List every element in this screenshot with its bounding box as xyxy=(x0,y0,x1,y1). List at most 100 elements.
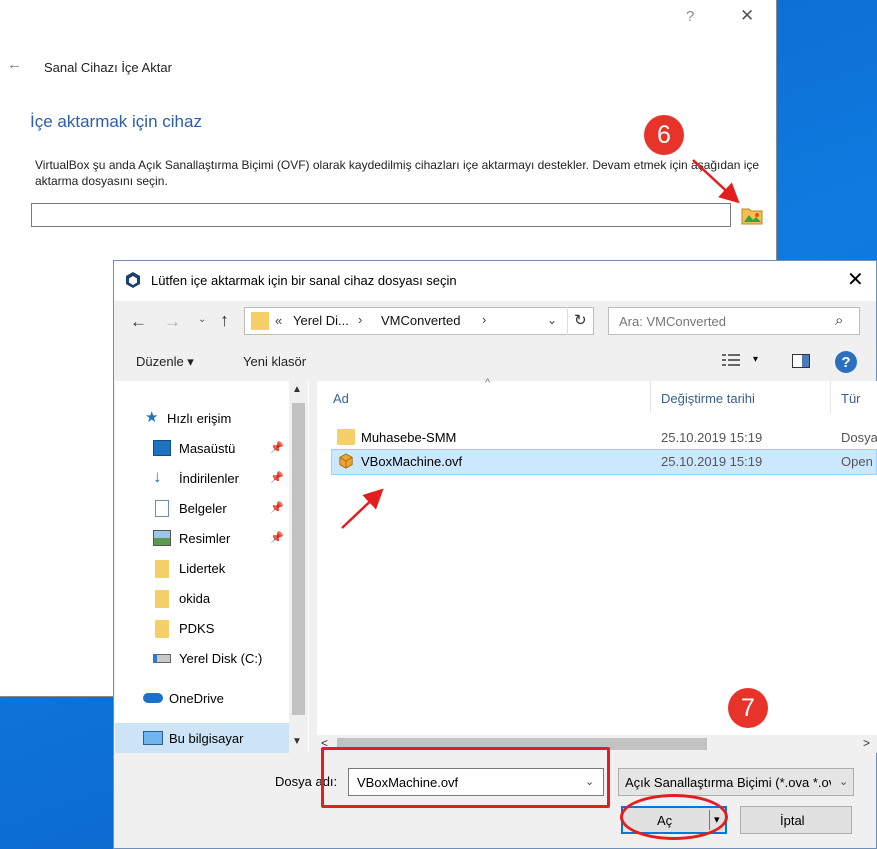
nav-scrollbar[interactable]: ▲ ▼ xyxy=(289,381,308,753)
search-placeholder: Ara: VMConverted xyxy=(619,314,726,329)
nav-item-onedrive[interactable]: OneDrive xyxy=(115,684,290,712)
folder-icon xyxy=(337,429,355,445)
desktop-icon xyxy=(153,440,171,456)
close-button[interactable]: ✕ xyxy=(740,6,754,26)
chevron-down-icon[interactable]: ⌄ xyxy=(547,313,557,327)
organize-button[interactable]: Düzenle ▾ xyxy=(136,354,194,370)
nav-item-quick-access[interactable]: ★ Hızlı erişim xyxy=(115,404,290,432)
column-header-modified[interactable]: Değiştirme tarihi xyxy=(661,391,755,406)
file-modified: 25.10.2019 15:19 xyxy=(661,454,763,469)
breadcrumb-overflow[interactable]: « xyxy=(275,313,282,328)
dialog-title: Lütfen içe aktarmak için bir sanal cihaz… xyxy=(151,273,457,288)
annotation-highlight-open xyxy=(620,794,728,840)
file-type: Open xyxy=(841,454,873,469)
search-icon[interactable]: ⌕ xyxy=(835,312,843,329)
file-path-input[interactable] xyxy=(31,203,731,227)
download-icon: ↓ xyxy=(153,467,162,486)
nav-item-label: Masaüstü xyxy=(179,441,236,456)
page-heading: İçe aktarmak için cihaz xyxy=(30,112,202,131)
nav-item-label: OneDrive xyxy=(169,691,224,706)
address-bar[interactable]: « Yerel Di... › VMConverted › ⌄ ↻ xyxy=(244,307,594,335)
nav-item-label: Hızlı erişim xyxy=(167,411,232,426)
nav-item-label: Belgeler xyxy=(179,501,227,516)
file-modified: 25.10.2019 15:19 xyxy=(661,430,763,445)
column-header-name[interactable]: Ad xyxy=(333,391,349,406)
computer-icon xyxy=(143,731,163,745)
file-name: VBoxMachine.ovf xyxy=(361,454,463,469)
refresh-button[interactable]: ↻ xyxy=(567,307,595,335)
refresh-icon: ↻ xyxy=(574,312,587,329)
folder-icon xyxy=(155,560,169,578)
nav-item-local-disk[interactable]: Yerel Disk (C:) xyxy=(115,644,290,672)
nav-item-okida[interactable]: okida xyxy=(115,584,290,612)
cancel-button[interactable]: İptal xyxy=(740,806,852,834)
help-icon[interactable]: ? xyxy=(835,351,857,373)
folder-icon xyxy=(251,312,269,330)
chevron-down-icon[interactable]: ⌄ xyxy=(839,775,848,788)
nav-item-this-pc[interactable]: Bu bilgisayar xyxy=(115,723,290,753)
wizard-title: Sanal Cihazı İçe Aktar xyxy=(44,60,172,75)
pin-icon[interactable]: 📌 xyxy=(270,471,284,484)
file-name: Muhasebe-SMM xyxy=(361,430,457,445)
view-dropdown-icon[interactable]: ▾ xyxy=(753,354,758,365)
file-row-vboxmachine-ovf[interactable]: VBoxMachine.ovf 25.10.2019 15:19 Open xyxy=(331,449,877,475)
navigation-pane: ★ Hızlı erişim Masaüstü 📌 ↓ İndirilenler… xyxy=(115,381,309,753)
recent-locations-icon[interactable]: ⌄ xyxy=(198,314,206,325)
pictures-icon xyxy=(153,530,171,546)
breadcrumb-separator[interactable]: › xyxy=(358,312,362,327)
nav-item-label: PDKS xyxy=(179,621,215,636)
column-header-type[interactable]: Tür xyxy=(841,391,861,406)
nav-item-downloads[interactable]: ↓ İndirilenler 📌 xyxy=(115,464,290,492)
scroll-down-icon[interactable]: ▼ xyxy=(292,736,302,747)
pin-icon[interactable]: 📌 xyxy=(270,531,284,544)
virtualbox-icon xyxy=(126,272,140,288)
nav-item-label: Yerel Disk (C:) xyxy=(179,651,263,666)
breadcrumb-item-local-disk[interactable]: Yerel Di... xyxy=(293,313,349,328)
scroll-thumb[interactable] xyxy=(292,403,305,715)
scroll-up-icon[interactable]: ▲ xyxy=(292,384,302,395)
column-divider[interactable] xyxy=(830,381,831,413)
folder-browse-icon[interactable] xyxy=(740,204,764,226)
step-marker-7: 7 xyxy=(728,688,768,728)
nav-item-lidertek[interactable]: Lidertek xyxy=(115,554,290,582)
file-list-pane: ^ Ad Değiştirme tarihi Tür Muhasebe-SMM … xyxy=(317,377,877,753)
file-type-filter-value: Açık Sanallaştırma Biçimi (*.ova *.ovf) xyxy=(625,775,831,790)
nav-item-label: okida xyxy=(179,591,211,606)
cloud-icon xyxy=(143,693,163,703)
pin-icon[interactable]: 📌 xyxy=(270,501,284,514)
nav-item-pictures[interactable]: Resimler 📌 xyxy=(115,524,290,552)
nav-item-desktop[interactable]: Masaüstü 📌 xyxy=(115,434,290,462)
annotation-highlight-filename xyxy=(321,747,610,808)
step-marker-6: 6 xyxy=(644,115,684,155)
new-folder-button[interactable]: Yeni klasör xyxy=(243,354,306,369)
nav-item-pdks[interactable]: PDKS xyxy=(115,614,290,642)
nav-item-label: Resimler xyxy=(179,531,231,546)
breadcrumb-item-vmconverted[interactable]: VMConverted xyxy=(381,313,460,328)
file-type: Dosya xyxy=(841,430,877,445)
pin-icon[interactable]: 📌 xyxy=(270,441,284,454)
folder-icon xyxy=(155,590,169,608)
search-input[interactable]: Ara: VMConverted ⌕ xyxy=(608,307,860,335)
view-options-icon[interactable] xyxy=(721,352,741,368)
preview-pane-icon[interactable] xyxy=(792,354,810,368)
drive-icon xyxy=(153,654,171,663)
up-folder-icon[interactable]: ↑ xyxy=(220,310,229,331)
forward-icon[interactable]: → xyxy=(164,312,181,332)
page-description: VirtualBox şu anda Açık Sanallaştırma Bi… xyxy=(35,158,760,188)
file-type-filter-select[interactable]: Açık Sanallaştırma Biçimi (*.ova *.ovf) … xyxy=(618,768,854,796)
column-divider[interactable] xyxy=(650,381,651,413)
nav-item-documents[interactable]: Belgeler 📌 xyxy=(115,494,290,522)
file-row-muhasebe-smm[interactable]: Muhasebe-SMM 25.10.2019 15:19 Dosya xyxy=(331,425,877,451)
scroll-right-icon[interactable]: > xyxy=(863,736,870,750)
folder-icon xyxy=(155,620,169,638)
nav-item-label: İndirilenler xyxy=(179,471,239,486)
breadcrumb-separator[interactable]: › xyxy=(482,312,486,327)
cancel-button-label: İptal xyxy=(780,813,805,828)
back-arrow-icon[interactable]: ← xyxy=(7,56,22,73)
close-icon[interactable]: ✕ xyxy=(847,267,864,292)
dialog-title-bar: Lütfen içe aktarmak için bir sanal cihaz… xyxy=(114,261,876,301)
sort-indicator-icon: ^ xyxy=(485,377,491,389)
back-icon[interactable]: ← xyxy=(130,312,147,332)
help-button[interactable]: ? xyxy=(686,8,694,25)
star-icon: ★ xyxy=(145,409,159,426)
